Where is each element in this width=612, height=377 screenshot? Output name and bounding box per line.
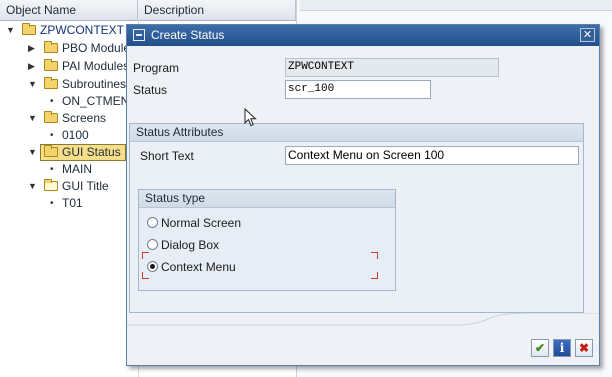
- tree-node-label: T01: [62, 196, 83, 210]
- status-input[interactable]: scr_100: [285, 80, 431, 99]
- radio-context-menu[interactable]: Context Menu: [147, 259, 307, 275]
- focus-frame-corner: [142, 272, 149, 279]
- focus-frame-corner: [142, 252, 149, 259]
- chevron-down-icon[interactable]: ▼: [28, 76, 37, 93]
- tree-node-t01[interactable]: • T01: [0, 195, 136, 212]
- status-type-group: Status type Normal Screen Dialog Box Con…: [138, 189, 396, 291]
- status-attributes-group: Status Attributes Short Text Context Men…: [129, 123, 584, 313]
- info-button[interactable]: i: [553, 339, 571, 357]
- radio-button[interactable]: [147, 217, 158, 228]
- dialog-title: Create Status: [151, 28, 225, 42]
- program-label: Program: [133, 61, 180, 75]
- folder-icon: [44, 41, 58, 53]
- tree-node-label: PBO Modules: [62, 41, 137, 55]
- tree-node-on-ctmenu[interactable]: • ON_CTMENU: [0, 93, 138, 110]
- tree-node-gui-status[interactable]: ▼ GUI Status: [0, 144, 136, 161]
- tree-node-label: PAI Modules: [62, 59, 130, 73]
- mouse-cursor-icon: [244, 108, 257, 127]
- radio-button[interactable]: [147, 239, 158, 250]
- chevron-down-icon[interactable]: ▼: [28, 110, 37, 127]
- radio-label: Dialog Box: [161, 238, 220, 252]
- folder-icon: [44, 145, 58, 157]
- tree-node-0100[interactable]: • 0100: [0, 127, 136, 144]
- folder-icon: [22, 23, 36, 35]
- status-attributes-title: Status Attributes: [130, 124, 583, 142]
- column-header-object-name[interactable]: Object Name: [0, 0, 138, 20]
- chevron-down-icon[interactable]: ▼: [28, 144, 37, 161]
- short-text-input[interactable]: Context Menu on Screen 100: [285, 146, 579, 165]
- tree-node-label: MAIN: [62, 162, 92, 176]
- radio-dialog-box[interactable]: Dialog Box: [147, 237, 307, 253]
- dialog-window-icon: [133, 29, 145, 41]
- radio-label: Context Menu: [161, 260, 236, 274]
- tree-node-gui-title[interactable]: ▼ GUI Title: [0, 178, 136, 195]
- short-text-label: Short Text: [140, 149, 194, 163]
- radio-normal-screen[interactable]: Normal Screen: [147, 215, 307, 231]
- folder-icon: [44, 77, 58, 89]
- create-status-dialog: Create Status ✕ Program ZPWCONTEXT Statu…: [126, 24, 600, 366]
- cancel-button[interactable]: ✖: [575, 339, 593, 357]
- status-type-title: Status type: [139, 190, 395, 208]
- radio-button-selected[interactable]: [147, 261, 158, 272]
- tree-node-label: GUI Title: [62, 179, 109, 193]
- folder-icon: [44, 59, 58, 71]
- confirm-button[interactable]: ✔: [531, 339, 549, 357]
- program-field: ZPWCONTEXT: [285, 58, 499, 77]
- tree-node-pai-modules[interactable]: ▶ PAI Modules: [0, 58, 136, 75]
- folder-icon: [44, 111, 58, 123]
- dialog-titlebar[interactable]: Create Status ✕: [127, 25, 599, 46]
- tree-node-label: Screens: [62, 111, 107, 125]
- tree-node-zpwcontext[interactable]: ▼ ZPWCONTEXT: [0, 22, 136, 39]
- open-folder-icon: [44, 179, 58, 191]
- focus-frame-corner: [371, 272, 378, 279]
- status-label: Status: [133, 83, 168, 97]
- tree-node-main[interactable]: • MAIN: [0, 161, 136, 178]
- chevron-right-icon[interactable]: ▶: [28, 40, 35, 57]
- bullet-icon: •: [50, 96, 54, 107]
- bullet-icon: •: [50, 130, 54, 141]
- column-header-description[interactable]: Description: [138, 0, 296, 20]
- focus-frame-corner: [371, 252, 378, 259]
- navigator-header: Object Name Description: [0, 0, 296, 21]
- tree-node-label: Subroutines: [62, 77, 127, 91]
- dialog-footer-decoration: [127, 313, 599, 326]
- tree-node-screens[interactable]: ▼ Screens: [0, 110, 136, 127]
- tree-node-label: 0100: [62, 128, 89, 142]
- chevron-right-icon[interactable]: ▶: [28, 58, 35, 75]
- radio-label: Normal Screen: [161, 216, 242, 230]
- chevron-down-icon[interactable]: ▼: [6, 22, 15, 39]
- bullet-icon: •: [50, 198, 54, 209]
- tree-node-label: ZPWCONTEXT: [40, 23, 124, 37]
- close-button[interactable]: ✕: [580, 28, 595, 42]
- tree-node-label: GUI Status: [62, 145, 121, 159]
- tree-node-pbo-modules[interactable]: ▶ PBO Modules: [0, 40, 136, 57]
- tree-node-subroutines[interactable]: ▼ Subroutines: [0, 76, 136, 93]
- editor-toolbar-strip: [300, 0, 612, 11]
- chevron-down-icon[interactable]: ▼: [28, 178, 37, 195]
- bullet-icon: •: [50, 164, 54, 175]
